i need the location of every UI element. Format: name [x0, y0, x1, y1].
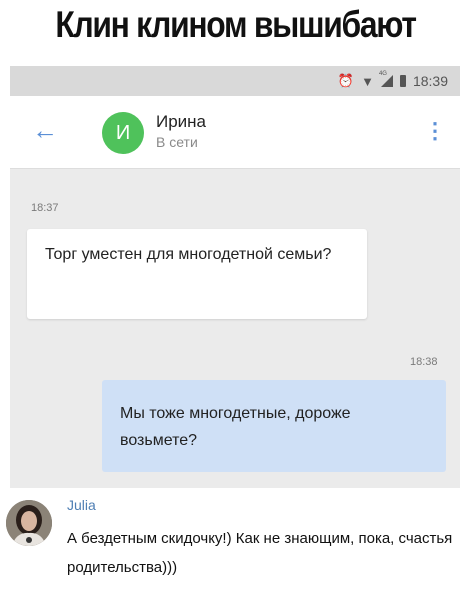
- chat-header: ← И Ирина В сети ⋮: [10, 96, 460, 169]
- message-time-incoming: 18:37: [31, 202, 59, 214]
- contact-name[interactable]: Ирина: [156, 112, 206, 132]
- meme-title: Клин клином вышибают: [55, 4, 417, 45]
- wifi-icon: ▼: [361, 73, 374, 89]
- status-time: 18:39: [412, 73, 448, 89]
- alarm-icon: ⏰: [337, 73, 355, 88]
- signal-icon: 4G: [379, 71, 393, 87]
- message-bubble-incoming[interactable]: Торг уместен для многодетной семьи?: [27, 229, 367, 319]
- commenter-avatar[interactable]: [6, 500, 52, 546]
- status-bar: ⏰ ▼ 4G 18:39: [10, 66, 460, 96]
- chat-screenshot: ⏰ ▼ 4G 18:39 ← И Ирина В сети ⋮ 18:37 То…: [10, 66, 460, 488]
- message-bubble-outgoing[interactable]: Мы тоже многодетные, дороже возьмете?: [102, 380, 446, 472]
- back-arrow-icon[interactable]: ←: [32, 116, 58, 144]
- comment-author[interactable]: Julia: [67, 497, 96, 513]
- contact-status: В сети: [156, 134, 198, 150]
- contact-avatar[interactable]: И: [102, 112, 144, 154]
- more-menu-icon[interactable]: ⋮: [424, 118, 446, 144]
- battery-icon: [399, 75, 406, 87]
- network-label: 4G: [378, 71, 387, 77]
- comment-text: А бездетным скидочку!) Как не знающим, п…: [67, 530, 453, 576]
- message-time-outgoing: 18:38: [410, 356, 438, 368]
